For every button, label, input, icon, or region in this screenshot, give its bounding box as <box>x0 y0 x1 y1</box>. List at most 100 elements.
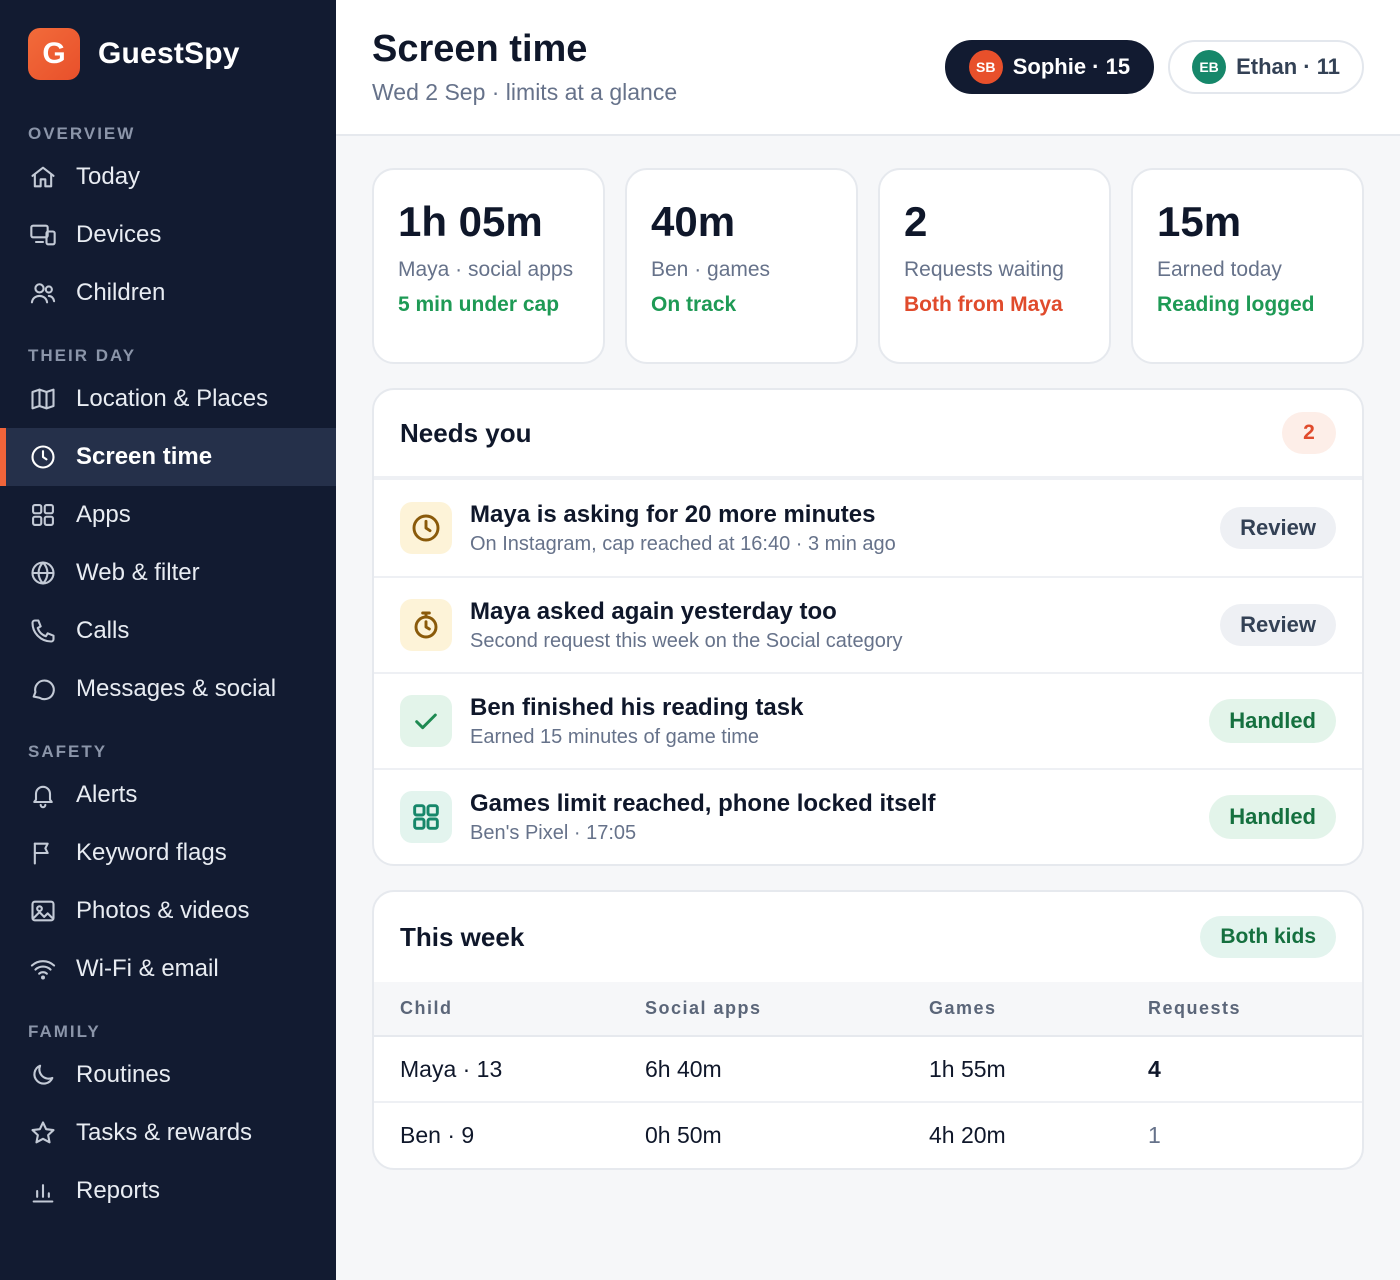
page-subtitle: Wed 2 Sep · limits at a glance <box>372 79 678 105</box>
bar-chart-icon <box>28 1176 58 1206</box>
table-cell: 6h 40m <box>645 1055 722 1082</box>
section-label-their-day: THEIR DAY <box>28 346 137 365</box>
sidebar-item-screen-time[interactable]: Screen time <box>0 428 336 486</box>
stopwatch-icon <box>400 599 452 651</box>
table-cell: 4 <box>1148 1055 1161 1082</box>
stat-card[interactable]: 2 Requests waiting Both from Maya <box>878 168 1111 364</box>
this-week-title: This week <box>400 921 525 952</box>
stat-card[interactable]: 40m Ben · games On track <box>625 168 858 364</box>
sidebar-item-label: Screen time <box>76 443 213 470</box>
sidebar-item-photos-and-videos[interactable]: Photos & videos <box>0 882 336 940</box>
sidebar-item-children[interactable]: Children <box>0 264 336 322</box>
sidebar-item-wi-fi-and-email[interactable]: Wi-Fi & email <box>0 940 336 998</box>
table-cell: 4h 20m <box>903 1101 1122 1168</box>
sidebar-item-label: Apps <box>76 501 131 528</box>
sidebar-item-devices[interactable]: Devices <box>0 206 336 264</box>
item-title: Maya asked again yesterday too <box>470 597 837 625</box>
grid-icon <box>400 791 452 843</box>
sidebar-item-label: Messages & social <box>76 675 277 702</box>
stat-label: Ben · games <box>651 258 771 281</box>
clock-icon <box>28 442 58 472</box>
child-pill-ethan-11[interactable]: EB Ethan · 11 <box>1168 40 1364 94</box>
column-header-requests: Requests <box>1122 982 1362 1037</box>
both-kids-filter[interactable]: Both kids <box>1200 916 1336 958</box>
moon-icon <box>28 1060 58 1090</box>
clock-icon <box>400 502 452 554</box>
sidebar-item-label: Children <box>76 279 166 306</box>
stat-status: On track <box>651 293 737 317</box>
sidebar-item-location-and-places[interactable]: Location & Places <box>0 370 336 428</box>
sidebar-item-tasks-and-rewards[interactable]: Tasks & rewards <box>0 1104 336 1162</box>
child-pill-sophie-15[interactable]: SB Sophie · 15 <box>944 40 1155 94</box>
sidebar-item-calls[interactable]: Calls <box>0 602 336 660</box>
devices-icon <box>28 220 58 250</box>
table-cell: 1h 55m <box>929 1055 1006 1082</box>
stat-status: Reading logged <box>1157 293 1315 317</box>
page-title: Screen time <box>372 28 588 70</box>
sidebar-item-label: Devices <box>76 221 162 248</box>
column-header-games: Games <box>903 982 1122 1037</box>
map-icon <box>28 384 58 414</box>
handled-badge: Handled <box>1209 795 1336 839</box>
column-header-social-apps: Social apps <box>619 982 903 1037</box>
page-header: Screen time Wed 2 Sep · limits at a glan… <box>336 0 1400 136</box>
child-pill-label: Ethan · 11 <box>1236 54 1340 79</box>
sidebar-item-alerts[interactable]: Alerts <box>0 766 336 824</box>
stat-label: Requests waiting <box>904 258 1064 281</box>
table-row[interactable]: Maya · 13 6h 40m 1h 55m 4 <box>374 1036 1362 1102</box>
flag-icon <box>28 838 58 868</box>
sidebar: G GuestSpy OVERVIEW Today Devices Children T… <box>0 0 336 1280</box>
users-icon <box>28 278 58 308</box>
star-icon <box>28 1118 58 1148</box>
sidebar-item-label: Tasks & rewards <box>76 1119 253 1146</box>
stat-card[interactable]: 15m Earned today Reading logged <box>1131 168 1364 364</box>
handled-badge: Handled <box>1209 699 1336 743</box>
sidebar-item-label: Reports <box>76 1177 161 1204</box>
review-button[interactable]: Review <box>1220 604 1336 646</box>
avatar: EB <box>1192 50 1227 84</box>
review-button[interactable]: Review <box>1220 507 1336 549</box>
stat-status: 5 min under cap <box>398 293 560 317</box>
sidebar-nav: OVERVIEW Today Devices Children THEIR DAY Loc… <box>0 108 336 1220</box>
item-title: Maya is asking for 20 more minutes <box>470 500 876 528</box>
section-label-family: FAMILY <box>28 1022 101 1041</box>
chat-icon <box>28 674 58 704</box>
child-switcher: SB Sophie · 15 EB Ethan · 11 <box>944 40 1364 134</box>
table-cell: Ben · 9 <box>374 1101 619 1168</box>
item-subtitle: On Instagram, cap reached at 16:40 · 3 m… <box>470 532 896 555</box>
sidebar-item-routines[interactable]: Routines <box>0 1046 336 1104</box>
sidebar-item-keyword-flags[interactable]: Keyword flags <box>0 824 336 882</box>
this-week-card: This week Both kids Child Social apps Game… <box>372 890 1364 1170</box>
globe-icon <box>28 558 58 588</box>
list-item: Ben finished his reading task Earned 15 m… <box>374 672 1362 768</box>
stat-status: Both from Maya <box>904 293 1063 317</box>
sidebar-item-web-and-filter[interactable]: Web & filter <box>0 544 336 602</box>
image-icon <box>28 896 58 926</box>
home-icon <box>28 162 58 192</box>
sidebar-item-today[interactable]: Today <box>0 148 336 206</box>
stat-value: 15m <box>1157 198 1242 245</box>
phone-icon <box>28 616 58 646</box>
stat-value: 2 <box>904 198 928 245</box>
table-row[interactable]: Ben · 9 0h 50m 4h 20m 1 <box>374 1101 1362 1168</box>
section-label-safety: SAFETY <box>28 742 108 761</box>
stat-label: Earned today <box>1157 258 1282 281</box>
sidebar-item-label: Keyword flags <box>76 839 227 866</box>
sidebar-item-label: Calls <box>76 617 130 644</box>
stat-card[interactable]: 1h 05m Maya · social apps 5 min under cap <box>372 168 605 364</box>
stat-value: 1h 05m <box>398 198 543 245</box>
stats-row: 1h 05m Maya · social apps 5 min under cap 4… <box>372 168 1364 364</box>
sidebar-item-reports[interactable]: Reports <box>0 1162 336 1220</box>
child-pill-label: Sophie · 15 <box>1012 54 1131 79</box>
brand[interactable]: G GuestSpy <box>0 0 336 108</box>
week-table: Child Social apps Games Requests Maya · 13 6… <box>374 982 1362 1168</box>
sidebar-item-label: Web & filter <box>76 559 200 586</box>
column-header-child: Child <box>374 982 619 1037</box>
needs-list: Maya is asking for 20 more minutes On Ins… <box>374 480 1362 864</box>
sidebar-item-apps[interactable]: Apps <box>0 486 336 544</box>
avatar: SB <box>968 50 1003 84</box>
needs-you-card: Needs you 2 Maya is asking for 20 more m… <box>372 388 1364 866</box>
sidebar-item-messages-and-social[interactable]: Messages & social <box>0 660 336 718</box>
sidebar-item-label: Location & Places <box>76 385 269 412</box>
bell-icon <box>28 780 58 810</box>
